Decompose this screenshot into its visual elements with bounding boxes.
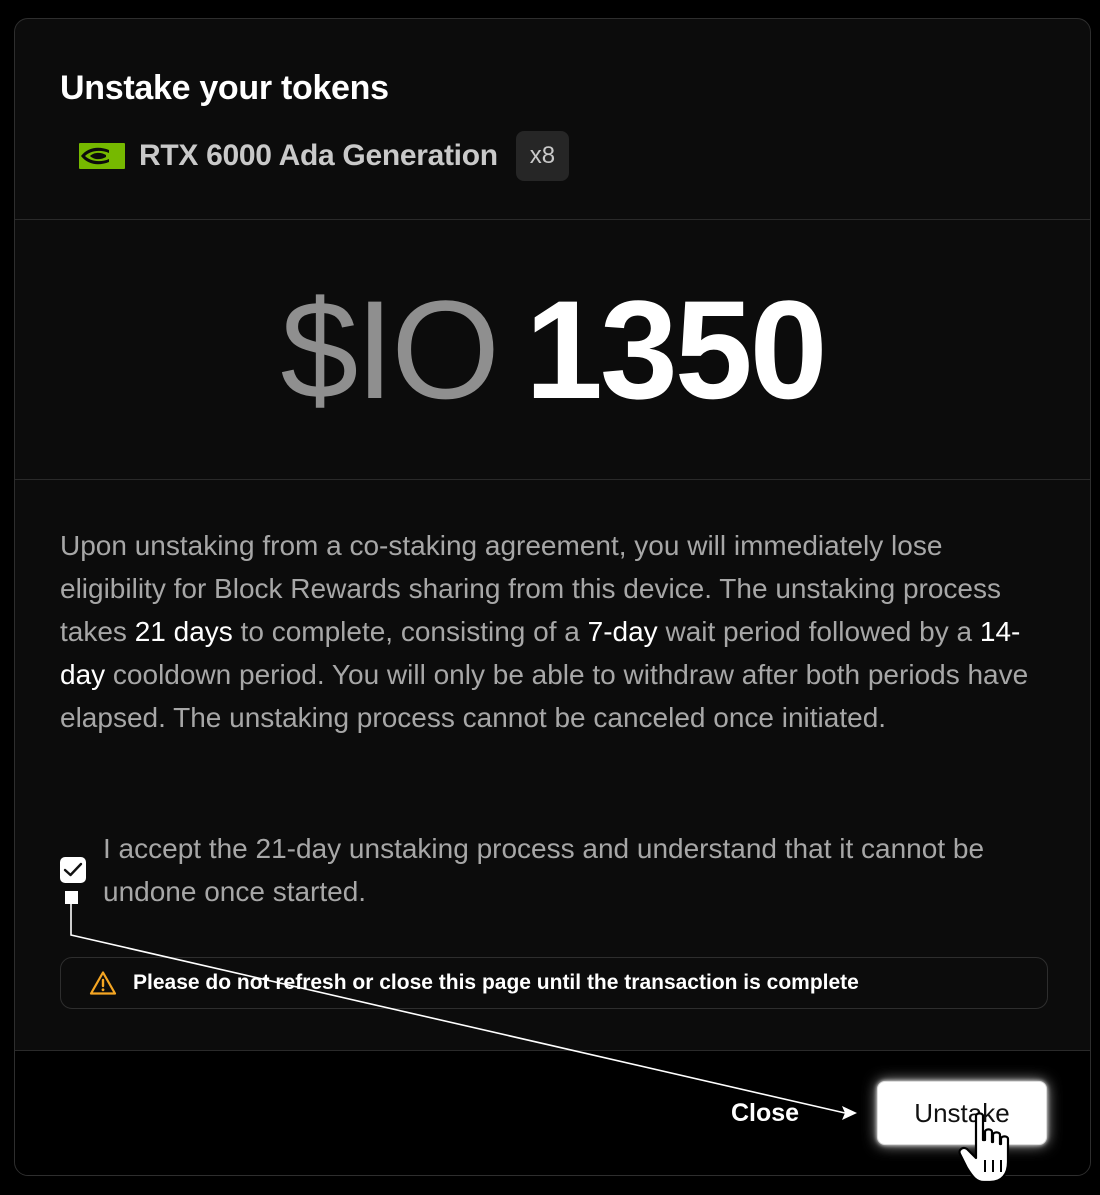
description-text: wait period followed by a: [657, 616, 980, 647]
description-text: to complete, consisting of a: [232, 616, 588, 647]
device-row: RTX 6000 Ada Generation x8: [79, 131, 570, 181]
nvidia-logo-icon: [79, 143, 125, 169]
modal-footer: Close Unstake: [15, 1050, 1090, 1175]
accept-label[interactable]: I accept the 21-day unstaking process an…: [103, 827, 1050, 913]
description-highlight: 21 days: [134, 616, 233, 647]
accept-row[interactable]: I accept the 21-day unstaking process an…: [60, 827, 1050, 913]
stake-amount: $IO 1350: [280, 280, 827, 420]
description-text: cooldown period. You will only be able t…: [60, 659, 1029, 733]
unstake-modal: Unstake your tokens RTX 6000 Ada Generat…: [14, 18, 1091, 1176]
warning-triangle-icon: [89, 971, 117, 995]
warning-banner: Please do not refresh or close this page…: [60, 957, 1048, 1009]
currency-symbol: $IO: [280, 271, 500, 428]
amount-value: 1350: [525, 271, 827, 428]
modal-title: Unstake your tokens: [60, 69, 389, 107]
amount-section: $IO 1350: [15, 219, 1090, 480]
accept-checkbox[interactable]: [60, 857, 86, 883]
device-count-badge: x8: [515, 131, 570, 181]
modal-header: Unstake your tokens RTX 6000 Ada Generat…: [15, 19, 1090, 220]
warning-text: Please do not refresh or close this page…: [133, 971, 859, 994]
unstake-button[interactable]: Unstake: [877, 1081, 1047, 1145]
close-button[interactable]: Close: [705, 1093, 825, 1133]
description-highlight: 7-day: [587, 616, 658, 647]
device-name: RTX 6000 Ada Generation: [139, 139, 498, 172]
checkmark-icon: [63, 862, 83, 877]
unstake-description: Upon unstaking from a co-staking agreeme…: [60, 524, 1050, 739]
